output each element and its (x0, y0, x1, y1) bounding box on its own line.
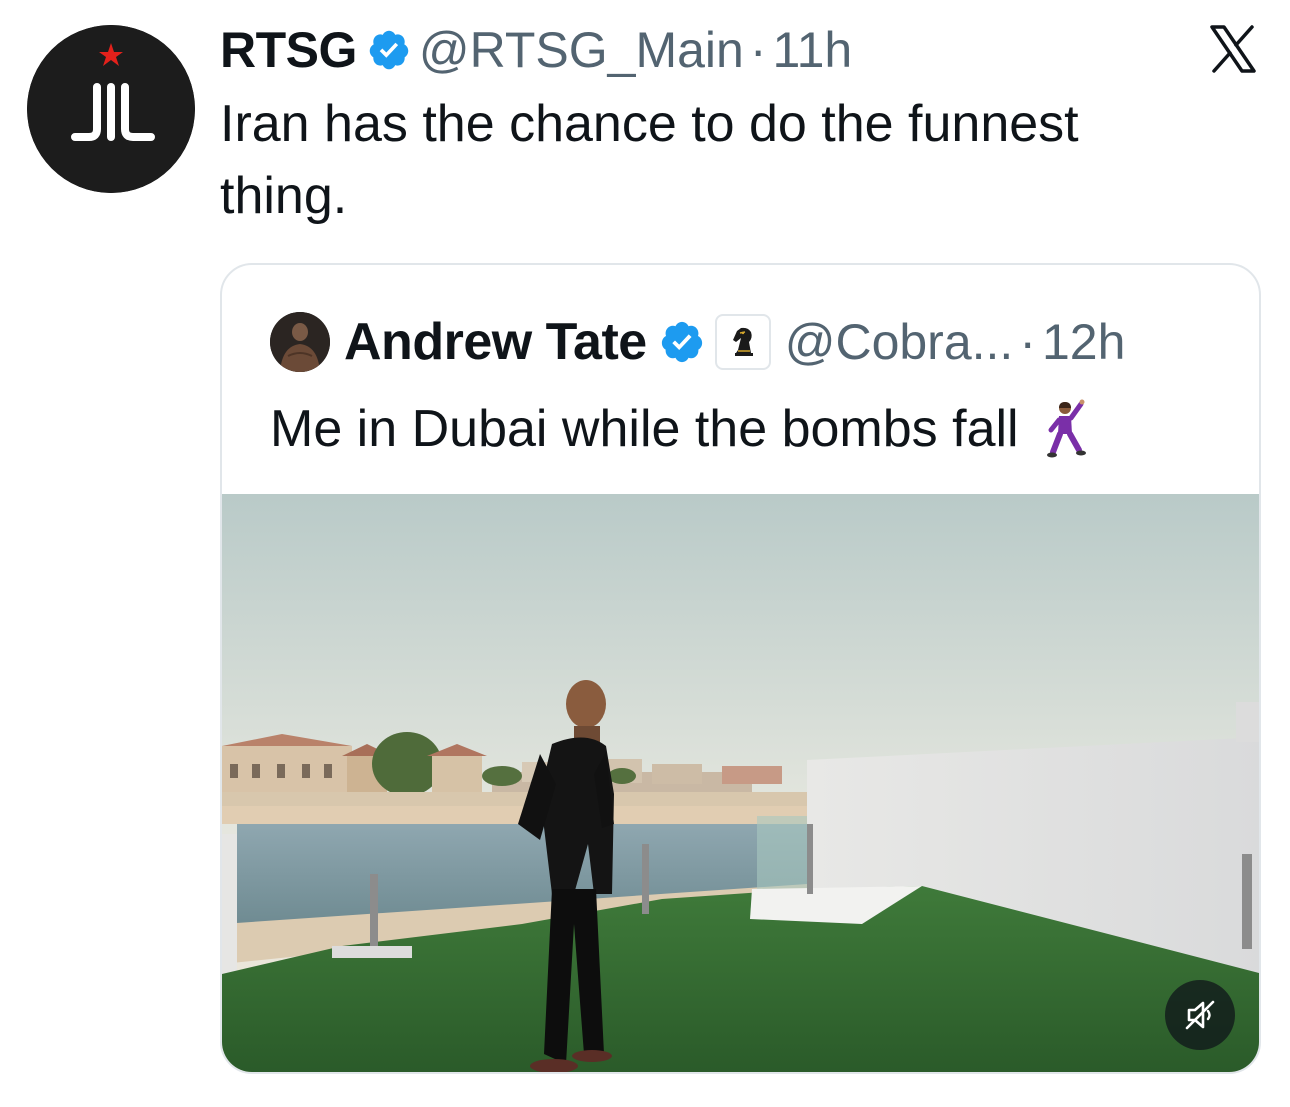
tweet-text: Iran has the chance to do the funnest th… (220, 95, 1079, 225)
quoted-tweet-text: Me in Dubai while the bombs fall (270, 400, 1019, 458)
verified-badge-icon[interactable] (367, 28, 411, 72)
x-logo-icon (1208, 24, 1258, 74)
tweet-header: RTSG @RTSG_Main · 11h (220, 18, 852, 82)
quoted-tweet-header: Andrew Tate @Cobra... · 12h (270, 311, 1125, 373)
header-separator: · (749, 22, 767, 78)
chess-knight-icon[interactable] (714, 314, 771, 370)
video-frame (222, 494, 1259, 1072)
author-avatar[interactable] (27, 25, 195, 193)
author-name[interactable]: RTSG (220, 21, 357, 79)
muted-speaker-icon (1185, 1000, 1215, 1030)
author-handle[interactable]: @RTSG_Main (419, 21, 744, 79)
quoted-tweet-timestamp[interactable]: 12h (1042, 313, 1125, 371)
verified-badge-icon[interactable] (659, 319, 705, 365)
rtsg-logo-icon (27, 25, 195, 193)
quoted-author-handle[interactable]: @Cobra... (785, 313, 1014, 371)
quoted-author-name[interactable]: Andrew Tate (344, 312, 647, 372)
quoted-tweet-card[interactable]: Andrew Tate @Cobra... · 12h Me in Dubai … (220, 263, 1261, 1074)
unmute-button[interactable] (1165, 980, 1235, 1050)
video-player[interactable] (222, 494, 1259, 1072)
tweet-timestamp[interactable]: 11h (773, 21, 853, 79)
header-separator: · (1019, 314, 1036, 370)
man-dancing-emoji (1041, 398, 1089, 460)
quoted-author-avatar[interactable] (270, 312, 330, 372)
quoted-tweet-text-row: Me in Dubai while the bombs fall (270, 395, 1089, 463)
